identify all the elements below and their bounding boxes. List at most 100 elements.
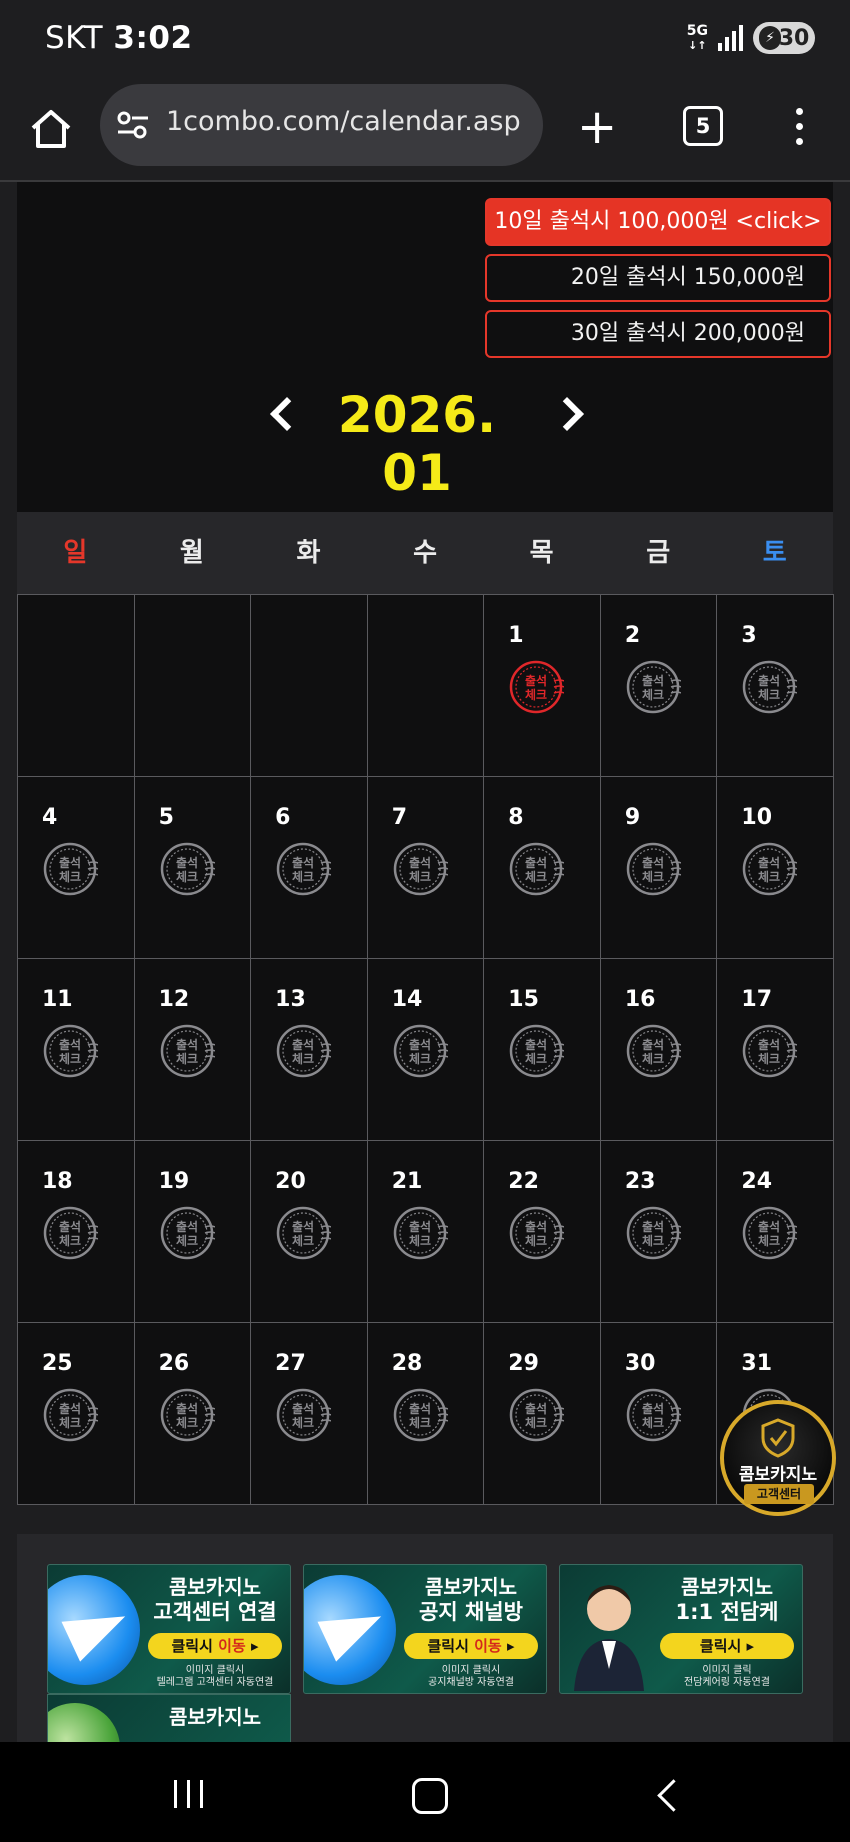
calendar-day-28: 28 출석 체크: [367, 1323, 485, 1505]
svg-text:체크: 체크: [292, 1415, 314, 1430]
banner-subtitle: 1:1 전담케: [675, 1600, 779, 1624]
calendar-day-20: 20 출석 체크: [251, 1141, 368, 1323]
attendance-stamp-icon[interactable]: 출석체크: [159, 1387, 215, 1443]
svg-text:체크: 체크: [409, 1415, 431, 1430]
notice-channel-banner[interactable]: 콤보카지노 공지 채널방 클릭시 이동 ▸ 이미지 클릭시 공지채널방 자동연결: [303, 1564, 547, 1694]
day-number: 31: [741, 1351, 773, 1376]
attendance-stamp-icon[interactable]: 출석체크: [392, 1023, 449, 1079]
banner-title: 콤보카지노: [169, 1575, 261, 1599]
recents-icon[interactable]: [174, 1780, 203, 1808]
svg-text:출석: 출석: [758, 673, 780, 688]
calendar-day-22: 22 출석 체크: [484, 1141, 601, 1323]
calendar-day-17: 17 출석 체크: [717, 959, 834, 1141]
attendance-stamp-icon[interactable]: 출석체크: [392, 1205, 449, 1261]
weekday-wed: 수: [413, 538, 437, 568]
attendance-stamp-icon[interactable]: 출석체크: [508, 1023, 565, 1079]
url-bar[interactable]: 1combo.com/calendar.asp: [100, 84, 543, 166]
attendance-stamp-icon[interactable]: 출석체크: [392, 1387, 449, 1443]
attendance-stamp-icon[interactable]: 출석체크: [508, 1387, 565, 1443]
banner-note: 이미지 클릭시 공지채널방 자동연결: [428, 1665, 514, 1688]
day-number: 5: [158, 805, 174, 830]
svg-text:출석: 출석: [176, 1401, 198, 1416]
day-number: 2: [624, 623, 641, 648]
attendance-stamp-icon[interactable]: 출석체크: [625, 1387, 682, 1443]
calendar-empty-cell: [134, 595, 252, 777]
attendance-stamp-icon[interactable]: 출석체크: [741, 659, 798, 715]
attendance-stamp-icon[interactable]: 출석체크: [275, 1205, 332, 1261]
home-nav-icon[interactable]: [412, 1778, 448, 1814]
attendance-stamp-icon[interactable]: 출석체크: [625, 841, 682, 897]
attendance-stamp-icon[interactable]: 출석체크: [42, 1023, 99, 1079]
promo-30-days-button[interactable]: 30일 출석시 200,000원: [485, 310, 831, 358]
attendance-stamp-icon[interactable]: 출석체크: [275, 841, 332, 897]
attendance-stamp-icon[interactable]: 출석체크: [42, 1205, 99, 1261]
back-icon[interactable]: [657, 1779, 690, 1812]
prev-month-icon[interactable]: [270, 397, 304, 431]
clock: 3:02: [113, 20, 193, 56]
site-settings-icon[interactable]: [116, 108, 150, 142]
banner-title: 콤보카지노: [169, 1705, 261, 1729]
attendance-stamp-icon[interactable]: 출석체크: [42, 841, 99, 897]
promo-20-days-button[interactable]: 20일 출석시 150,000원: [485, 254, 831, 302]
url-text[interactable]: 1combo.com/calendar.asp: [166, 106, 521, 137]
day-number: 9: [624, 805, 641, 830]
attendance-stamp-icon[interactable]: 출석체크: [741, 1205, 798, 1261]
banner-note: 이미지 클릭 전담케어링 자동연결: [684, 1665, 770, 1688]
weekday-sun: 일: [63, 538, 88, 568]
svg-text:출석: 출석: [292, 1219, 314, 1234]
day-number: 10: [741, 805, 773, 830]
globe-icon: [48, 1703, 120, 1745]
banner-go-button[interactable]: 클릭시 ▸: [660, 1633, 794, 1659]
svg-text:체크: 체크: [59, 1233, 81, 1248]
calendar-empty-cell: [251, 595, 368, 777]
svg-text:출석: 출석: [525, 1037, 547, 1052]
day-number: 26: [158, 1351, 190, 1376]
attendance-stamp-icon[interactable]: 출석체크: [625, 1023, 682, 1079]
day-number: 4: [42, 805, 58, 830]
weekday-tue: 화: [296, 538, 321, 568]
attendance-stamp-icon[interactable]: 출석체크: [275, 1023, 332, 1079]
calendar-day-26: 26 출석 체크: [134, 1323, 252, 1505]
attendance-stamp-icon[interactable]: 출석체크: [625, 1205, 682, 1261]
browser-toolbar: 1combo.com/calendar.asp + 5: [0, 80, 850, 182]
banner-go-button[interactable]: 클릭시 이동 ▸: [148, 1633, 282, 1659]
dedicated-care-banner[interactable]: 콤보카지노 1:1 전담케 클릭시 ▸ 이미지 클릭 전담케어링 자동연결: [559, 1564, 803, 1694]
svg-text:체크: 체크: [59, 1415, 81, 1430]
attendance-stamp-icon[interactable]: 출석체크: [741, 841, 798, 897]
calendar-day-8: 8 출석 체크: [484, 777, 601, 959]
calendar-day-24: 24 출석 체크: [717, 1141, 834, 1323]
day-number: 25: [42, 1351, 73, 1376]
more-menu-icon[interactable]: [796, 108, 804, 153]
next-month-icon[interactable]: [550, 397, 584, 431]
svg-text:체크: 체크: [176, 1415, 198, 1430]
attendance-stamp-icon[interactable]: 출석체크: [275, 1387, 332, 1443]
tab-switcher-button[interactable]: 5: [683, 106, 723, 146]
new-tab-icon[interactable]: +: [577, 103, 617, 151]
attendance-stamp-checked-icon[interactable]: 출석 체크: [508, 659, 565, 715]
attendance-stamp-icon[interactable]: 출석체크: [508, 1205, 565, 1261]
attendance-stamp-icon[interactable]: 출석체크: [625, 659, 682, 715]
attendance-stamp-icon[interactable]: 출석체크: [508, 841, 565, 897]
attendance-stamp-icon[interactable]: 출석체크: [159, 1205, 215, 1261]
attendance-stamp-icon[interactable]: 출석체크: [159, 1023, 215, 1079]
promo-10-days-button[interactable]: 10일 출석시 100,000원 <click>: [485, 198, 831, 246]
attendance-stamp-icon[interactable]: 출석체크: [42, 1387, 99, 1443]
system-nav-bar: [0, 1742, 850, 1842]
calendar-day-19: 19 출석 체크: [134, 1141, 252, 1323]
svg-text:출석: 출석: [642, 673, 664, 688]
attendance-stamp-icon[interactable]: 출석체크: [392, 841, 449, 897]
day-number: 21: [391, 1169, 423, 1194]
home-icon[interactable]: [28, 106, 74, 152]
svg-text:체크: 체크: [409, 1051, 431, 1066]
carrier-label: SKT: [45, 20, 104, 56]
customer-center-floating-button[interactable]: 콤보카지노 고객센터: [720, 1400, 836, 1516]
day-number: 29: [508, 1351, 539, 1376]
svg-text:체크: 체크: [292, 869, 314, 884]
svg-text:체크: 체크: [59, 869, 81, 884]
banner-go-button[interactable]: 클릭시 이동 ▸: [404, 1633, 538, 1659]
extra-banner[interactable]: 콤보카지노: [47, 1694, 291, 1746]
customer-center-banner[interactable]: 콤보카지노 고객센터 연결 클릭시 이동 ▸ 이미지 클릭시 텔레그램 고객센터…: [47, 1564, 291, 1694]
month-label: 2026. 01: [337, 386, 497, 502]
attendance-stamp-icon[interactable]: 출석체크: [741, 1023, 798, 1079]
attendance-stamp-icon[interactable]: 출석체크: [159, 841, 215, 897]
